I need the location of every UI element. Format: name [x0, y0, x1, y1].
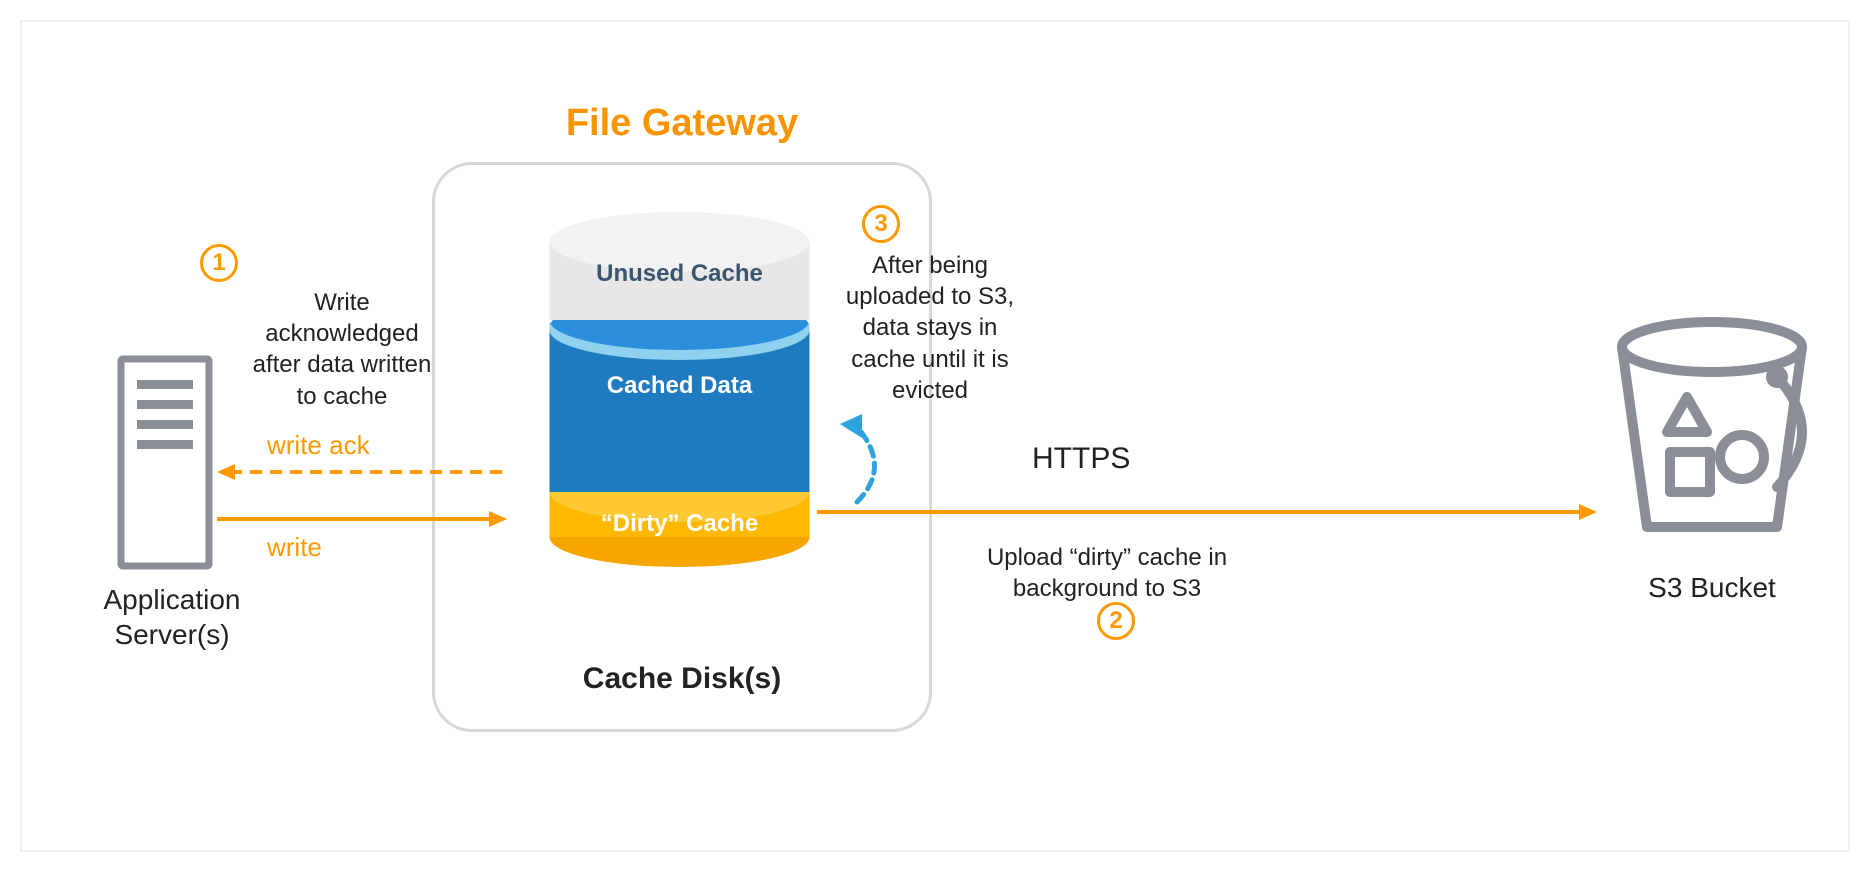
step-1-description: Write acknowledged after data written to… [247, 287, 437, 412]
evict-curved-arrow [822, 402, 902, 512]
cache-disk-label: Cache Disk(s) [432, 662, 932, 696]
write-label: write [267, 532, 322, 563]
write-ack-arrow [217, 462, 507, 482]
application-server-icon [117, 355, 213, 570]
step-3-description: After being uploaded to S3, data stays i… [840, 250, 1020, 406]
cylinder-unused-label: Unused Cache [542, 260, 817, 288]
cache-cylinder-icon: Unused Cache Cached Data “Dirty” Cache [542, 202, 817, 632]
https-arrow [817, 502, 1597, 522]
https-label: HTTPS [1032, 442, 1130, 476]
cylinder-dirty-label: “Dirty” Cache [542, 510, 817, 538]
application-server-label: Application Server(s) [72, 582, 272, 652]
s3-bucket-icon [1602, 302, 1822, 542]
step-3-badge: 3 [862, 205, 900, 243]
step-1-badge: 1 [200, 244, 238, 282]
step-2-description: Upload “dirty” cache in background to S3 [977, 542, 1237, 604]
app-server-text-1: Application Server(s) [104, 584, 241, 650]
diagram-frame: File Gateway Unused Cache Cached Data “D… [20, 20, 1850, 852]
cylinder-cached-label: Cached Data [542, 372, 817, 400]
write-arrow [217, 509, 507, 529]
s3-bucket-label: S3 Bucket [1602, 572, 1822, 604]
write-ack-label: write ack [267, 430, 370, 461]
diagram-title: File Gateway [432, 102, 932, 145]
step-2-badge: 2 [1097, 602, 1135, 640]
